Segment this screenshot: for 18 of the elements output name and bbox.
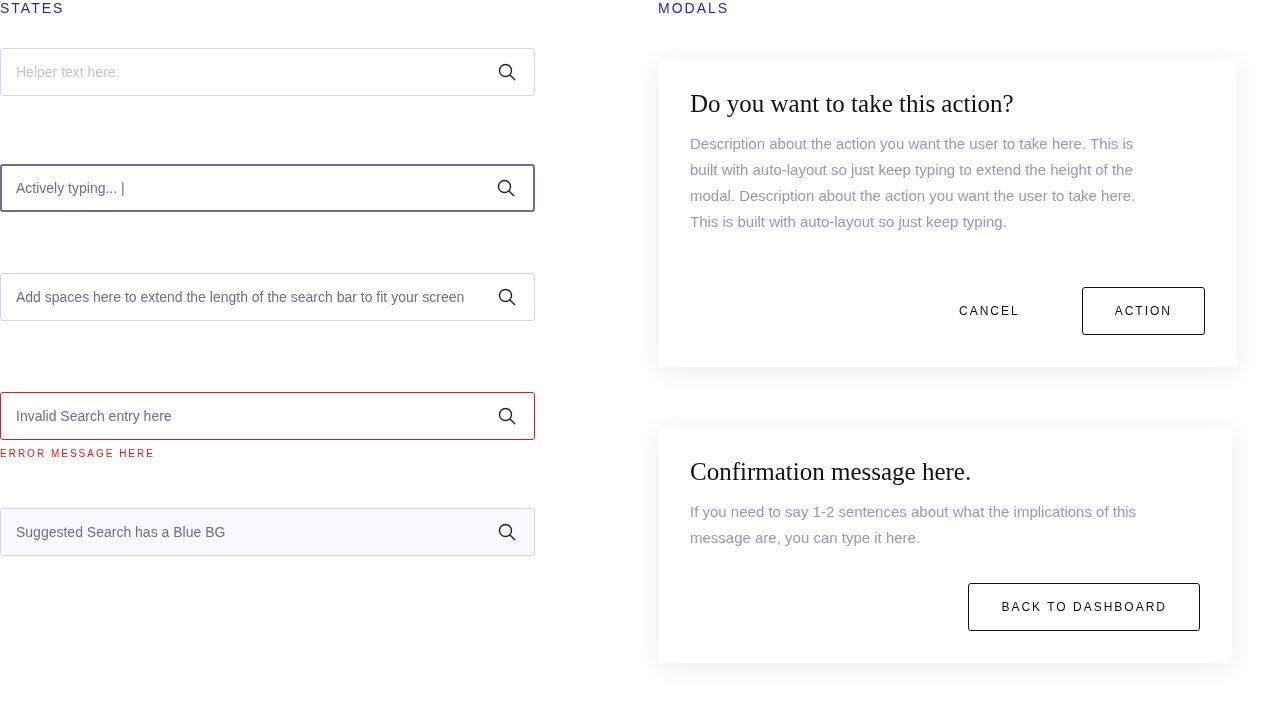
search-icon[interactable] bbox=[497, 179, 515, 197]
modal-description: Description about the action you want the user to take here. This is built with auto-layout so just keep typing to extend the height of the modal. Description about the action you want the user to take here. This is built with auto-layout so just keep typing. bbox=[690, 134, 1137, 232]
modal-button[interactable]: BACK TO DASHBOARD bbox=[968, 583, 1200, 631]
search-icon[interactable] bbox=[498, 407, 516, 425]
modal-description: If you need to say 1-2 sentences about what the implications of this message are, you can type it here. bbox=[690, 502, 1138, 548]
section-heading: MODALS bbox=[658, 0, 731, 16]
modal-title: Do you want to take this action? bbox=[690, 89, 1015, 119]
modal-title: Confirmation message here. bbox=[690, 457, 973, 487]
search-icon[interactable] bbox=[498, 523, 516, 541]
search-field[interactable]: Suggested Search has a Blue BG bbox=[0, 508, 535, 556]
section-heading: STATES bbox=[0, 0, 66, 16]
error-message: ERROR MESSAGE HERE bbox=[0, 448, 156, 459]
search-field[interactable]: Add spaces here to extend the length of the search bar to fit your screen bbox=[0, 273, 535, 321]
search-field[interactable]: Invalid Search entry here bbox=[0, 392, 535, 440]
modal-button[interactable]: ACTION bbox=[1081, 287, 1205, 335]
search-field[interactable]: Actively typing... | bbox=[0, 164, 535, 212]
search-icon[interactable] bbox=[498, 63, 516, 81]
search-icon[interactable] bbox=[498, 288, 516, 306]
